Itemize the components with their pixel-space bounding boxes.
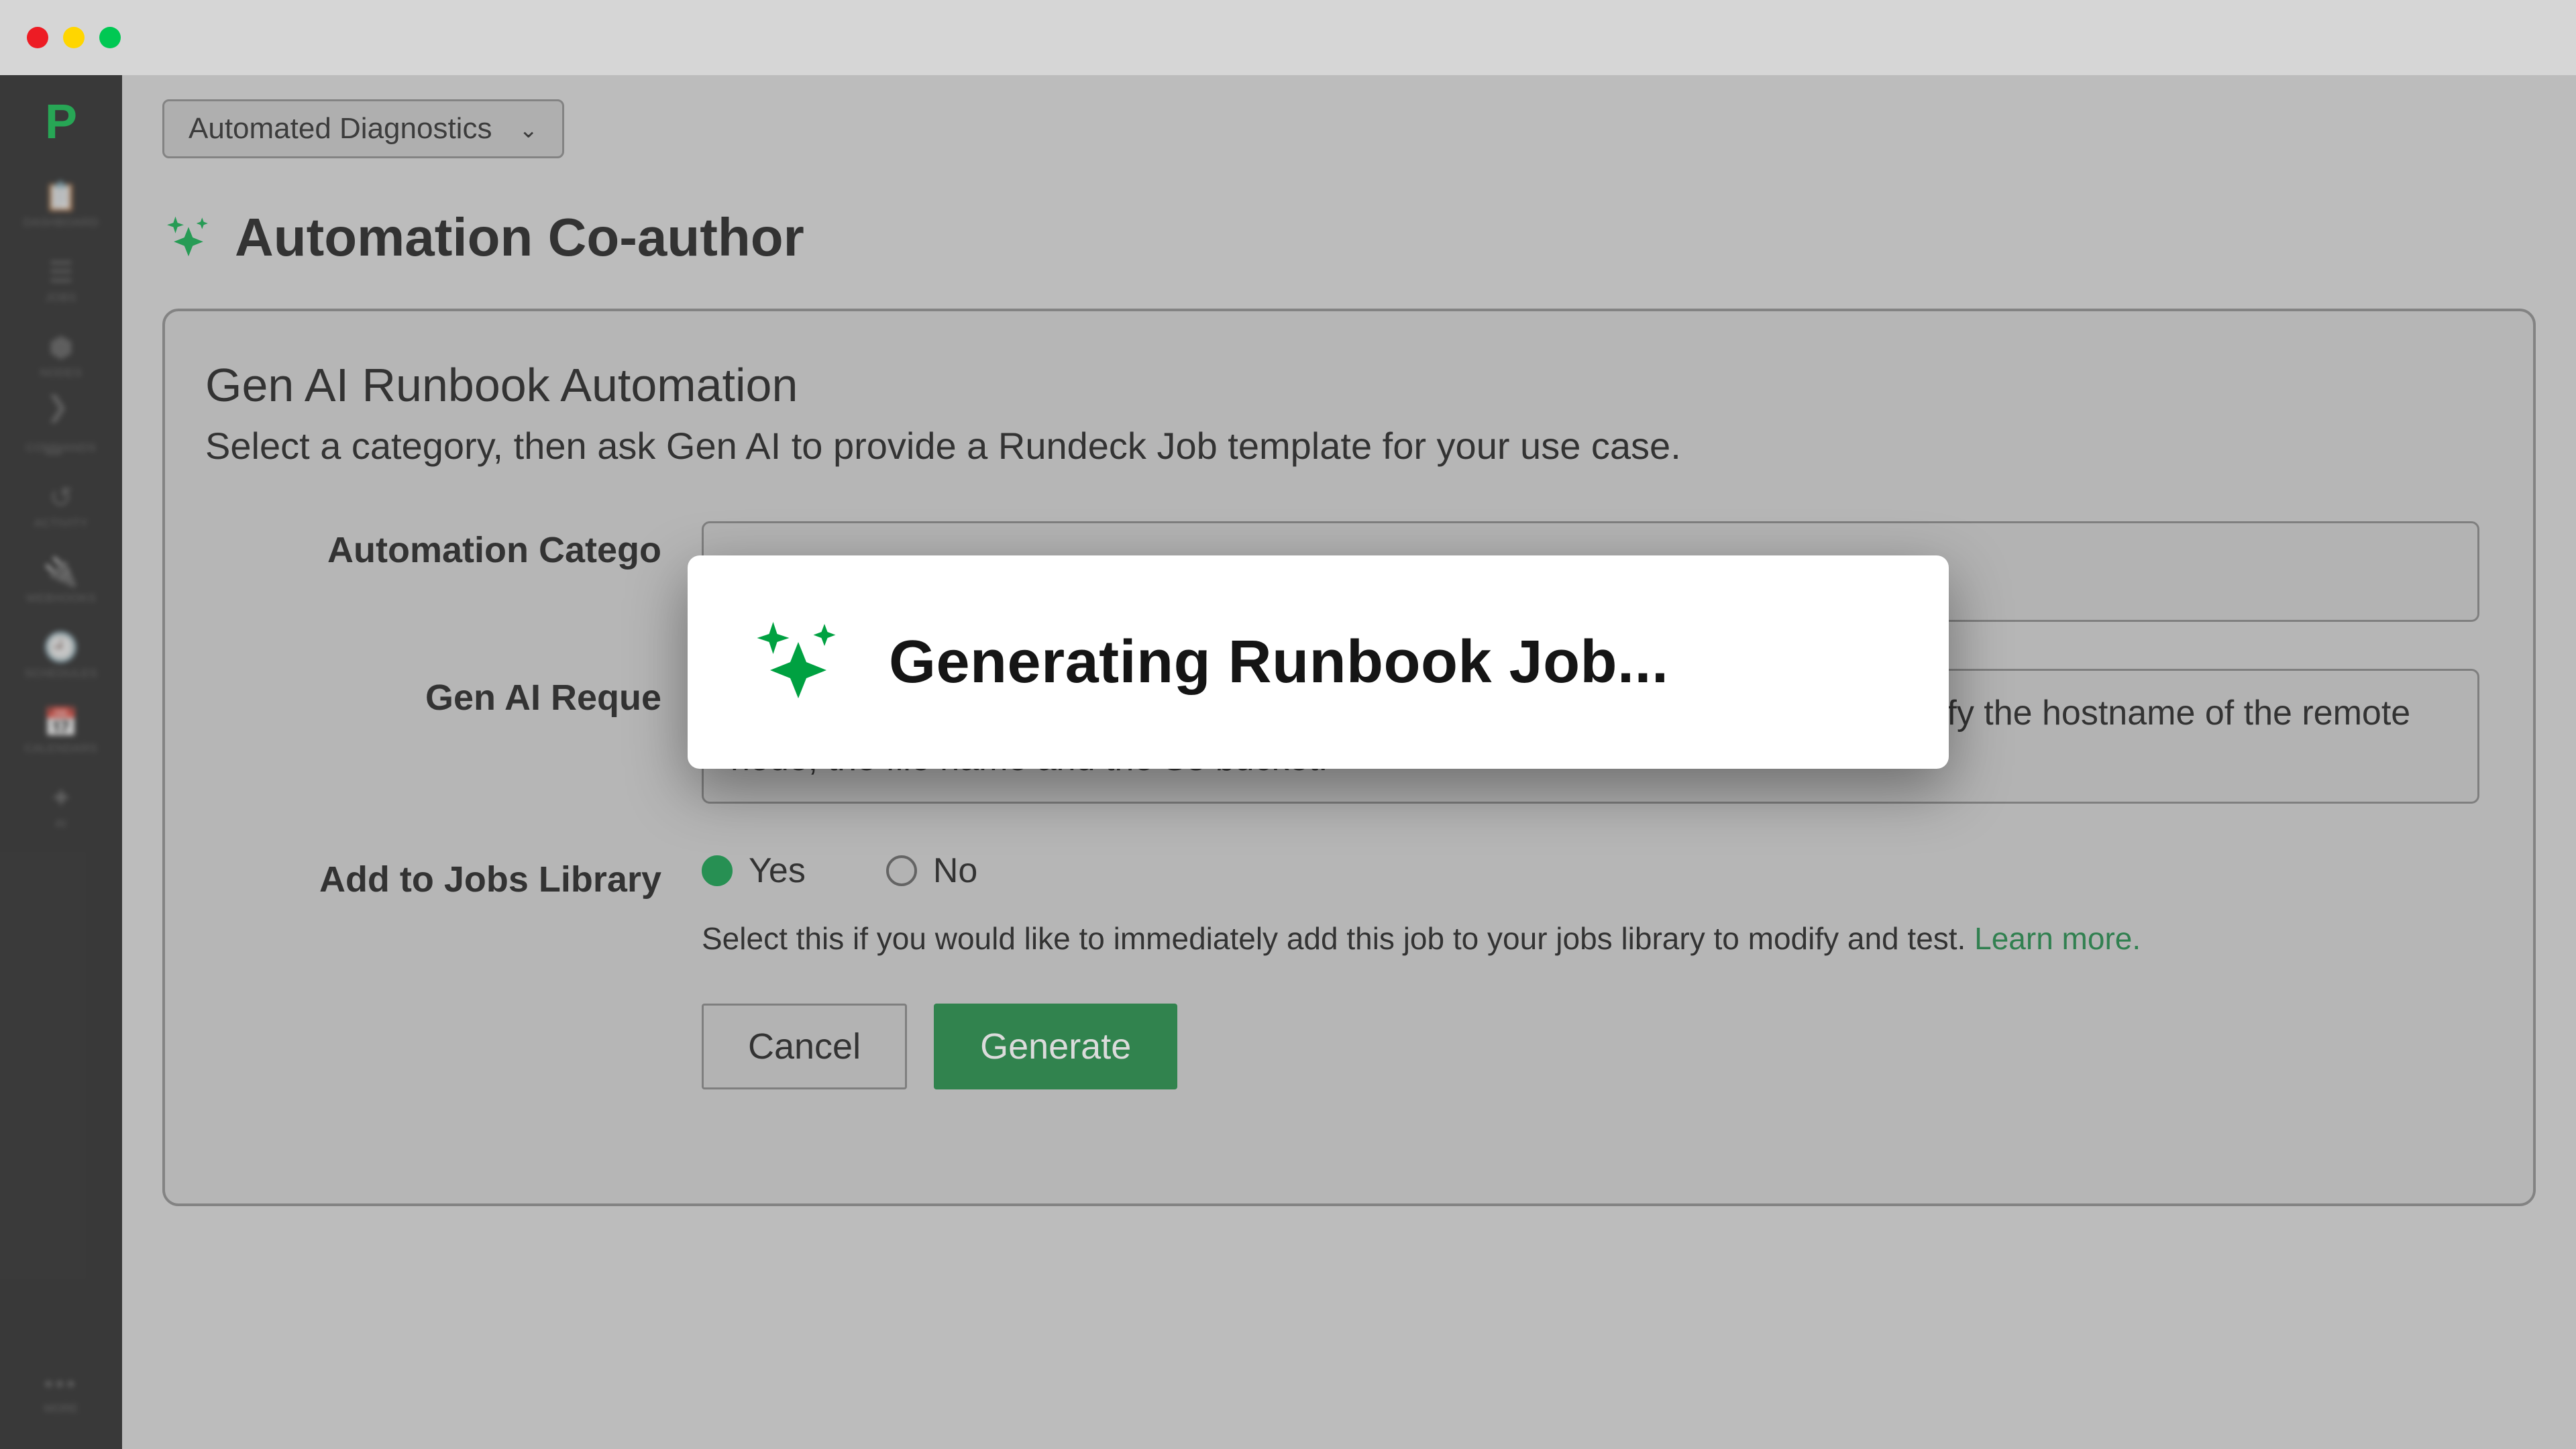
- sidebar-item-webhooks[interactable]: 🔌 WEBHOOKS: [26, 557, 96, 605]
- automation-category-input[interactable]: [702, 521, 2479, 622]
- radio-yes[interactable]: Yes: [702, 851, 806, 891]
- sparkle-icon: [162, 211, 215, 264]
- more-icon: •••: [44, 1370, 78, 1398]
- sidebar-item-commands[interactable]: ❯_ COMMANDS: [25, 407, 96, 455]
- page-title: Automation Co-author: [235, 207, 804, 268]
- panel-subtitle: Select a category, then ask Gen AI to pr…: [205, 424, 2493, 468]
- window-minimize-icon[interactable]: [63, 27, 85, 48]
- sidebar-item-activity[interactable]: ↺ ACTIVITY: [34, 482, 89, 530]
- sparkle-icon: ✦: [46, 782, 76, 813]
- chevron-down-icon: ⌄: [519, 117, 538, 144]
- radio-filled-icon: [702, 855, 733, 886]
- project-dropdown-label: Automated Diagnostics: [189, 112, 492, 146]
- gen-ai-request-label: Gen AI Reque: [205, 669, 661, 718]
- generate-button[interactable]: Generate: [934, 1004, 1177, 1089]
- clock-icon: 🕘: [46, 632, 76, 663]
- project-dropdown[interactable]: Automated Diagnostics ⌄: [162, 99, 564, 158]
- sidebar-item-nodes[interactable]: ⬢ NODES: [40, 331, 83, 380]
- sidebar-item-jobs[interactable]: ☰ JOBS: [46, 256, 76, 305]
- app-logo: P: [0, 89, 122, 156]
- clipboard-icon: 📋: [46, 181, 76, 212]
- window-maximize-icon[interactable]: [99, 27, 121, 48]
- sidebar-item-ai[interactable]: ✦ AI: [46, 782, 76, 830]
- panel-title: Gen AI Runbook Automation: [205, 358, 2493, 412]
- plug-icon: 🔌: [46, 557, 76, 588]
- gen-ai-request-textarea[interactable]: a directory on a remote node to an S3 bu…: [702, 669, 2479, 804]
- sidebar-item-calendars[interactable]: 📅 CALENDARS: [25, 707, 97, 755]
- add-to-jobs-library-label: Add to Jobs Library: [205, 851, 661, 900]
- helper-text: Select this if you would like to immedia…: [702, 920, 2479, 957]
- calendar-icon: 📅: [46, 707, 76, 738]
- nodes-icon: ⬢: [46, 331, 76, 362]
- terminal-icon: ❯_: [46, 407, 76, 437]
- radio-no[interactable]: No: [886, 851, 977, 891]
- cancel-button[interactable]: Cancel: [702, 1004, 907, 1089]
- coauthor-panel: Gen AI Runbook Automation Select a categ…: [162, 309, 2536, 1206]
- sidebar-item-schedules[interactable]: 🕘 SCHEDULES: [25, 632, 97, 680]
- learn-more-link[interactable]: Learn more.: [1974, 921, 2141, 956]
- list-icon: ☰: [46, 256, 76, 287]
- window-titlebar: [0, 0, 2576, 75]
- sidebar-item-dashboard[interactable]: 📋 DASHBOARD: [23, 181, 99, 229]
- sidebar-item-more[interactable]: ••• MORE: [44, 1370, 78, 1415]
- history-icon: ↺: [46, 482, 76, 513]
- radio-empty-icon: [886, 855, 917, 886]
- main-content: Automated Diagnostics ⌄ Automation Co-au…: [122, 75, 2576, 1449]
- automation-category-label: Automation Catego: [205, 521, 661, 571]
- sidebar: P 📋 DASHBOARD ☰ JOBS ⬢ NODES ❯_ COMMANDS: [0, 75, 122, 1449]
- window-close-icon[interactable]: [27, 27, 48, 48]
